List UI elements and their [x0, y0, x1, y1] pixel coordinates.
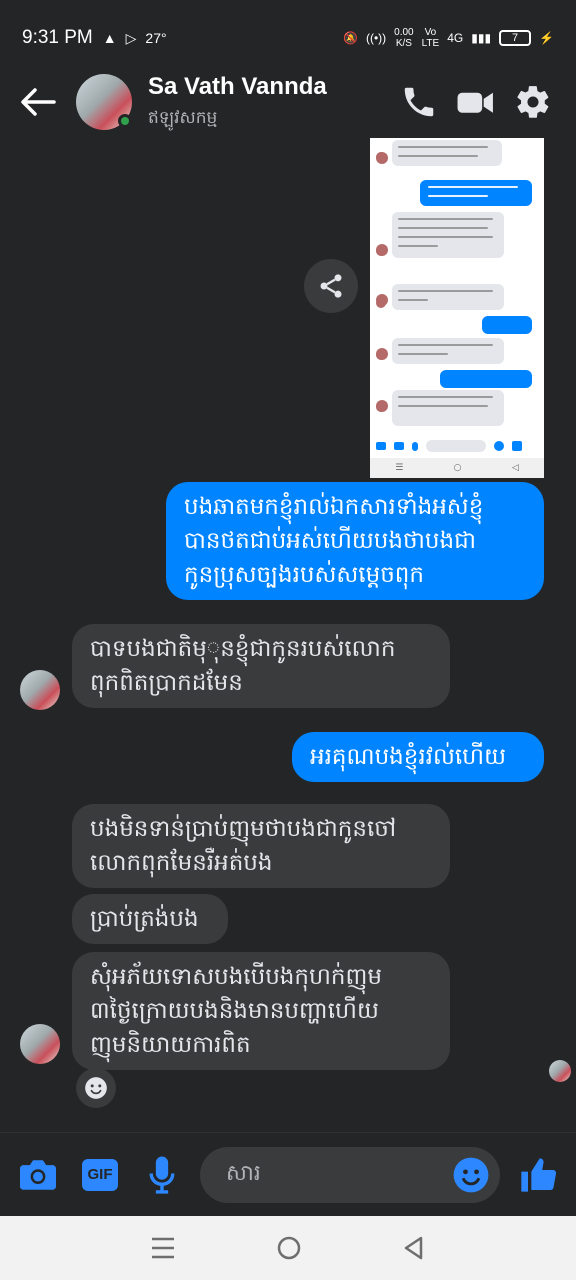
screenshot-bubble	[440, 370, 532, 388]
contact-status: ឥឡូវសកម្ម	[148, 107, 218, 128]
online-indicator	[118, 114, 132, 128]
gif-button[interactable]: GIF	[76, 1151, 124, 1199]
thumbs-up-icon	[521, 1157, 557, 1192]
signal-icon: ▮▮▮	[471, 31, 492, 45]
message-line: ៣ថ្ងៃក្រោយបងនិងមានបញ្ហាហើយ	[90, 998, 379, 1024]
network-type: 4G	[447, 31, 464, 45]
contact-info[interactable]: Sa Vath Vannda ឥឡូវសកម្ម	[148, 73, 400, 132]
message-bubble-outgoing[interactable]: អរគុណបងខ្ញុំរវល់ហើយ	[292, 732, 544, 782]
message-line: បានថតជាប់អស់ហើយបងថាបងជា	[184, 528, 476, 554]
shared-screenshot-image[interactable]: ☰ ○ ◁	[370, 138, 544, 478]
play-icon: ▷	[125, 29, 137, 46]
message-avatar[interactable]	[20, 1024, 60, 1064]
video-call-icon[interactable]	[456, 83, 496, 121]
screenshot-bubble	[420, 180, 532, 206]
hotspot-icon: ((•))	[365, 31, 387, 45]
message-line: បងមិនទាន់ប្រាប់ញុមថាបងជាកូនចៅ	[90, 816, 397, 842]
smiley-icon	[85, 1077, 107, 1099]
mute-icon: 🔕	[343, 31, 358, 45]
share-icon	[320, 274, 342, 298]
gif-icon: GIF	[82, 1158, 118, 1191]
add-reaction-button[interactable]	[76, 1068, 116, 1108]
like-button[interactable]	[514, 1151, 562, 1199]
message-composer: GIF សារ	[0, 1132, 576, 1216]
message-bubble-incoming[interactable]: បាទបងជាតិមុុនខ្ញុំជាកូនរបស់លោក ពុកពិតប្រ…	[72, 624, 450, 708]
temperature: 27°	[145, 30, 167, 46]
message-avatar[interactable]	[20, 670, 60, 710]
screenshot-bubble	[392, 338, 504, 364]
battery-icon: 7	[499, 30, 532, 46]
screenshot-composer	[370, 436, 544, 456]
back-arrow-icon	[21, 88, 56, 116]
charging-icon: ⚡	[539, 31, 554, 45]
screenshot-nav: ☰ ○ ◁	[370, 458, 544, 478]
message-line: ប្រាប់ត្រង់បង	[90, 906, 199, 932]
message-line: ញុមនិយាយការពិត	[90, 1032, 251, 1058]
message-line: ពុកពិតប្រាកដមែន	[90, 670, 243, 696]
screenshot-bubble	[392, 284, 504, 310]
alert-icon: ▲	[102, 30, 117, 46]
contact-name: Sa Vath Vannda	[148, 72, 327, 100]
back-button[interactable]	[0, 64, 76, 140]
settings-gear-icon[interactable]	[514, 83, 552, 121]
screenshot-bubble	[482, 316, 532, 334]
message-line: បាទបងជាតិមុុនខ្ញុំជាកូនរបស់លោក	[90, 636, 396, 662]
camera-icon	[20, 1159, 56, 1190]
system-nav-bar	[0, 1216, 576, 1280]
screenshot-bubble	[392, 140, 502, 166]
message-line: លោកពុកមែនរឺអត់បង	[90, 850, 273, 876]
network-speed: 0.00 K/S	[394, 27, 414, 49]
microphone-icon	[149, 1156, 175, 1194]
message-bubble-incoming[interactable]: ប្រាប់ត្រង់បង	[72, 894, 228, 944]
message-line: កូនប្រុសច្បងរបស់សម្តេចពុក	[184, 562, 424, 588]
message-line: សុំអភ័យទោសបងបើបងកុហក់ញុម	[90, 964, 382, 990]
share-button[interactable]	[304, 259, 358, 313]
recent-apps-icon[interactable]	[150, 1236, 176, 1260]
contact-avatar[interactable]	[76, 74, 132, 130]
message-bubble-incoming[interactable]: សុំអភ័យទោសបងបើបងកុហក់ញុម ៣ថ្ងៃក្រោយបងនិង…	[72, 952, 450, 1070]
message-line: អរគុណបងខ្ញុំរវល់ហើយ	[310, 744, 506, 770]
message-input-placeholder: សារ	[226, 1160, 261, 1186]
message-bubble-outgoing[interactable]: បងឆាតមកខ្ញុំរាល់ឯកសារទាំងអស់ខ្ញុំ បានថតជ…	[166, 482, 544, 600]
seen-indicator-avatar	[549, 1060, 571, 1082]
camera-button[interactable]	[14, 1151, 62, 1199]
chat-header: Sa Vath Vannda ឥឡូវសកម្ម	[0, 64, 576, 140]
emoji-icon[interactable]	[452, 1156, 490, 1194]
home-icon[interactable]	[276, 1235, 302, 1261]
phone-call-icon[interactable]	[400, 83, 438, 121]
message-line: បងឆាតមកខ្ញុំរាល់ឯកសារទាំងអស់ខ្ញុំ	[184, 494, 484, 520]
volte-indicator: Vo LTE	[421, 27, 440, 49]
status-time: 9:31 PM	[22, 27, 93, 48]
message-bubble-incoming[interactable]: បងមិនទាន់ប្រាប់ញុមថាបងជាកូនចៅ លោកពុកមែនរ…	[72, 804, 450, 888]
message-input[interactable]: សារ	[200, 1146, 500, 1203]
voice-message-button[interactable]	[138, 1151, 186, 1199]
back-nav-icon[interactable]	[402, 1235, 426, 1261]
